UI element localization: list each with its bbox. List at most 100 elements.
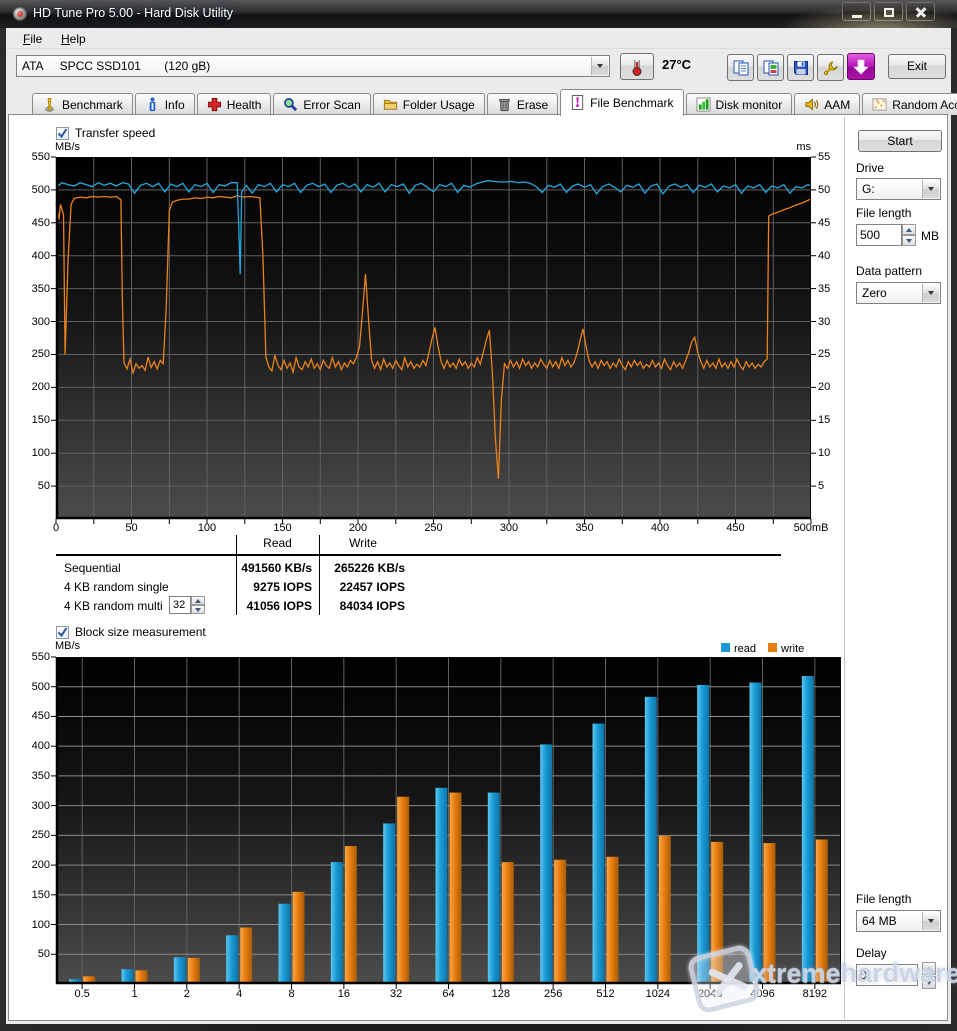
multi-queue-down[interactable]: [191, 605, 205, 614]
results-col-read: Read: [236, 536, 319, 550]
multi-queue-up[interactable]: [191, 596, 205, 605]
top-chart-y-axis-title: MB/s: [55, 141, 80, 153]
delay-spinner[interactable]: [922, 962, 936, 989]
top-chart-xtick: 400: [640, 522, 680, 534]
thermometer-icon: [629, 57, 645, 77]
top-chart-ytick-left: 400: [22, 250, 50, 262]
top-chart-ytick-right: 5: [818, 480, 842, 492]
exit-button[interactable]: Exit: [888, 54, 946, 79]
transfer-speed-checkbox[interactable]: Transfer speed: [56, 126, 155, 140]
bottom-chart-ytick: 150: [22, 889, 50, 901]
start-button[interactable]: Start: [858, 130, 942, 152]
bottom-chart-y-axis-title: MB/s: [55, 640, 80, 652]
chart-legend: read write: [721, 643, 804, 655]
file-length-spin-down[interactable]: [902, 235, 916, 246]
top-chart-xtick: 0: [36, 522, 76, 534]
download-button[interactable]: [847, 53, 875, 80]
top-chart-ytick-left: 200: [22, 381, 50, 393]
result-write-value: 84034 IOPS: [323, 599, 405, 613]
tab-strip: Benchmark InfoHealth Error Scan Folder Usag…: [32, 87, 957, 115]
bottom-chart-xtick: 8: [270, 988, 314, 1000]
top-chart-xtick: 250: [414, 522, 454, 534]
options-button[interactable]: [817, 54, 844, 81]
data-pattern-combo[interactable]: Zero: [856, 282, 941, 304]
result-read-value: 491560 KB/s: [239, 561, 312, 575]
top-chart-ytick-left: 150: [22, 414, 50, 426]
aam-icon: [804, 97, 819, 112]
tab-label: Error Scan: [303, 98, 360, 112]
drive-select-combo[interactable]: ATA SPCC SSD101 (120 gB): [16, 55, 610, 77]
delay-input[interactable]: [856, 964, 918, 986]
title-bar: HD Tune Pro 5.00 - Hard Disk Utility: [0, 0, 957, 28]
file-length-spin-up[interactable]: [902, 224, 916, 235]
copy-text-button[interactable]: [727, 54, 754, 81]
tab-health[interactable]: Health: [197, 93, 272, 115]
tab-info[interactable]: Info: [135, 93, 195, 115]
drive-combo[interactable]: G:: [856, 178, 941, 200]
delay-label: Delay: [856, 946, 887, 960]
save-icon: [792, 59, 810, 77]
top-chart-ytick-left: 550: [22, 151, 50, 163]
copy-image-button[interactable]: [757, 54, 784, 81]
folder-icon: [383, 97, 398, 112]
bottom-chart-xtick: 0.5: [60, 988, 104, 1000]
results-table: ReadWriteSequential491560 KB/s265226 KB/…: [9, 535, 843, 617]
tab-benchmark[interactable]: Benchmark: [32, 93, 133, 115]
close-button[interactable]: [906, 2, 935, 21]
tab-erase[interactable]: Erase: [487, 93, 558, 115]
results-col-write: Write: [320, 536, 406, 550]
copy-image-icon: [762, 59, 780, 77]
top-chart-xtick: 450: [716, 522, 756, 534]
menu-file[interactable]: File: [18, 31, 47, 47]
top-chart-ytick-right: 35: [818, 283, 842, 295]
tab-error-scan[interactable]: Error Scan: [273, 93, 370, 115]
tab-disk-monitor[interactable]: Disk monitor: [686, 93, 793, 115]
top-chart-xtick: 50: [112, 522, 152, 534]
result-row-label: Sequential: [64, 561, 121, 575]
drive-select-arrow[interactable]: [591, 57, 608, 75]
bottom-chart-ytick: 350: [22, 770, 50, 782]
file-length2-arrow[interactable]: [922, 912, 939, 930]
drive-select-value: ATA SPCC SSD101 (120 gB): [17, 56, 609, 76]
temperature-button[interactable]: [620, 53, 654, 80]
tab-aam[interactable]: AAM: [794, 93, 860, 115]
save-button[interactable]: [787, 54, 814, 81]
minimize-button[interactable]: [842, 2, 871, 21]
block-size-label: Block size measurement: [75, 625, 206, 639]
top-chart-ytick-left: 450: [22, 217, 50, 229]
file-length-input[interactable]: [856, 224, 902, 246]
results-header-rule: [56, 554, 781, 556]
delay-spin-down[interactable]: [922, 976, 936, 989]
maximize-icon: [884, 8, 894, 17]
block-size-checkbox[interactable]: Block size measurement: [56, 625, 206, 639]
bottom-chart-xtick: 32: [374, 988, 418, 1000]
tab-file-benchmark[interactable]: File Benchmark: [560, 89, 683, 116]
file-length-spinner[interactable]: [902, 224, 916, 246]
maximize-button[interactable]: [874, 2, 903, 21]
top-chart-ytick-right: 15: [818, 414, 842, 426]
tab-folder-usage[interactable]: Folder Usage: [373, 93, 485, 115]
multi-queue-input[interactable]: [169, 596, 191, 614]
read-legend-swatch: [721, 643, 730, 652]
write-legend-swatch: [768, 643, 777, 652]
file-length2-label: File length: [856, 892, 911, 906]
multi-queue-spinner[interactable]: [191, 596, 205, 614]
menu-help[interactable]: Help: [56, 31, 91, 47]
file-length2-combo[interactable]: 64 MB: [856, 910, 941, 932]
bottom-chart-xtick: 16: [322, 988, 366, 1000]
data-pattern-arrow[interactable]: [922, 284, 939, 302]
tab-label: Disk monitor: [716, 98, 783, 112]
tab-random-access[interactable]: Random Access: [862, 93, 957, 115]
drive-combo-arrow[interactable]: [922, 180, 939, 198]
info-icon: [145, 97, 160, 112]
delay-spin-up[interactable]: [922, 962, 936, 975]
tab-label: Benchmark: [62, 98, 123, 112]
checkbox-check-icon: [56, 626, 69, 639]
bottom-chart-xtick: 2048: [688, 988, 732, 1000]
bottom-chart-xtick: 512: [584, 988, 628, 1000]
top-chart-xtick: 500mB: [791, 522, 831, 534]
results-divider: [236, 535, 237, 615]
read-legend-label: read: [734, 643, 756, 655]
top-chart-ytick-left: 100: [22, 447, 50, 459]
write-legend-label: write: [781, 643, 804, 655]
